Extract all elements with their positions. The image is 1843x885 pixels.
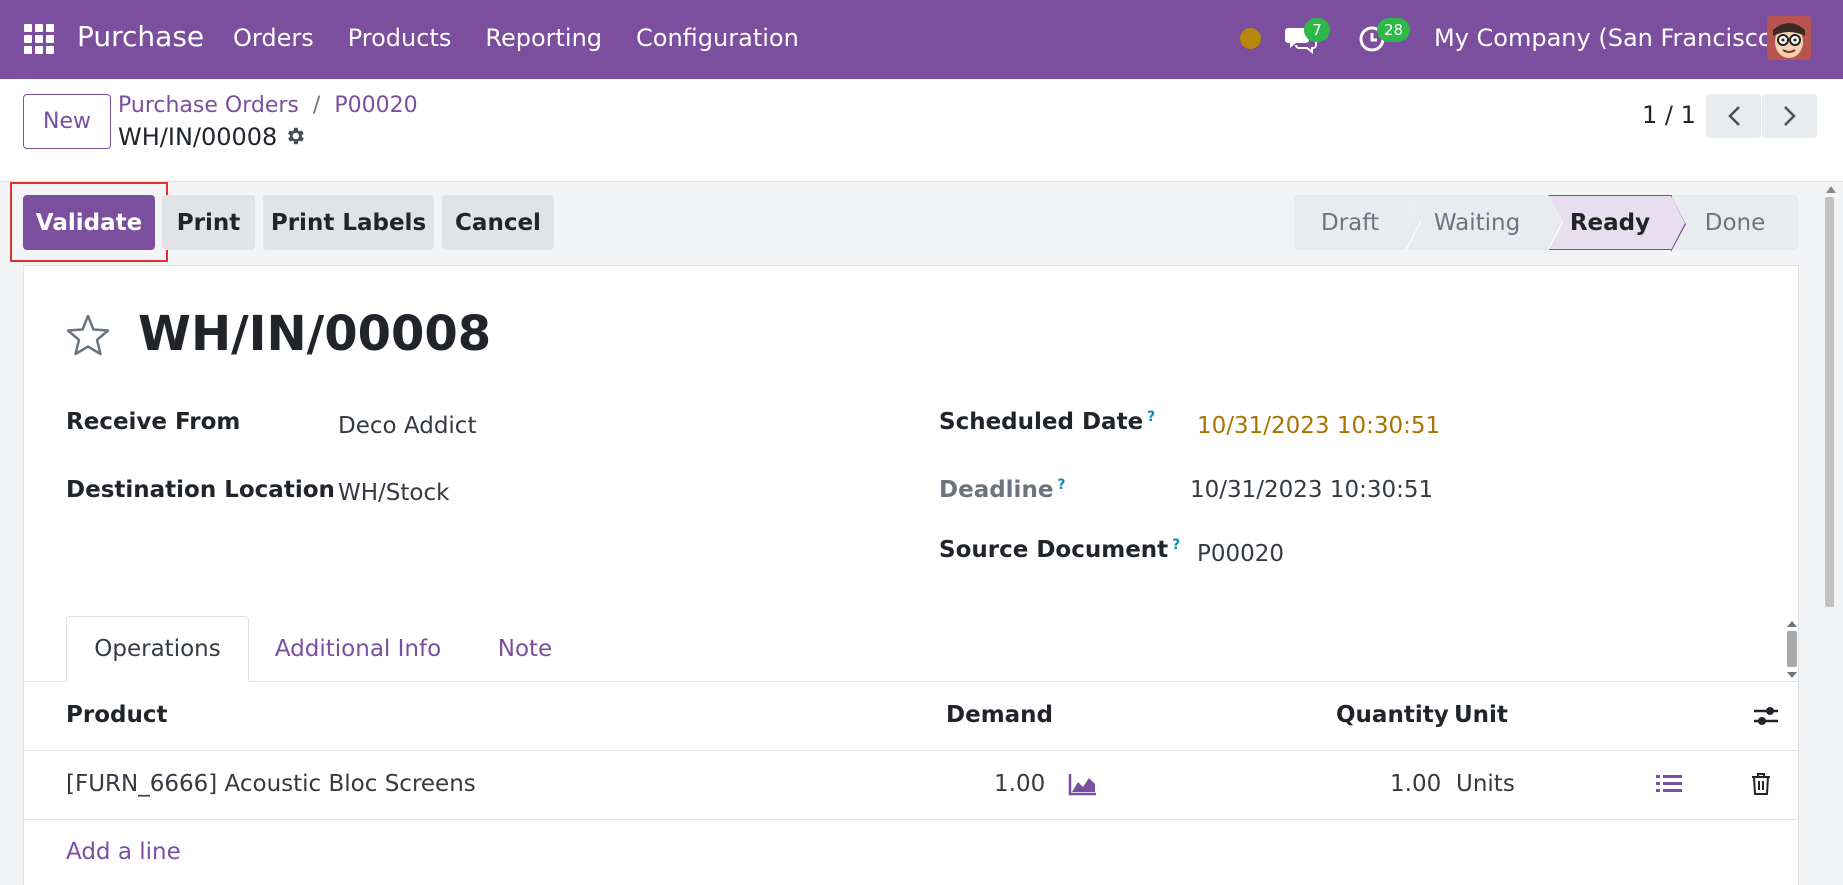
help-icon[interactable]: ? [1147, 409, 1155, 425]
deadline-field: 10/31/2023 10:30:51 [1190, 477, 1434, 503]
row-demand[interactable]: 1.00 [994, 771, 1045, 797]
help-icon[interactable]: ? [1172, 537, 1180, 553]
scroll-up-arrow[interactable] [1787, 621, 1797, 627]
stage-draft[interactable]: Draft [1294, 195, 1421, 251]
table-row-divider [23, 819, 1799, 820]
receive-from-label: Receive From [66, 409, 241, 435]
pager-value[interactable]: 1 / 1 [1642, 101, 1696, 129]
destination-location-label: Destination Location [66, 477, 335, 503]
breadcrumb: Purchase Orders / P00020 [118, 93, 418, 118]
stage-done-label: Done [1704, 209, 1766, 236]
stage-waiting-label: Waiting [1433, 209, 1521, 236]
scheduled-date-label: Scheduled Date? [939, 409, 1156, 435]
destination-location-field[interactable]: WH/Stock [338, 480, 449, 506]
chevron-right-icon [1783, 106, 1796, 126]
print-button[interactable]: Print [162, 195, 255, 250]
source-document-field[interactable]: P00020 [1197, 541, 1284, 567]
new-button[interactable]: New [23, 94, 111, 149]
column-header-unit[interactable]: Unit [1454, 702, 1508, 728]
trash-icon[interactable] [1750, 772, 1772, 796]
table-header-divider [23, 750, 1799, 751]
breadcrumb-purchase-orders[interactable]: Purchase Orders [118, 93, 299, 118]
row-unit[interactable]: Units [1456, 771, 1515, 797]
page-scrollbar-thumb[interactable] [1825, 197, 1834, 607]
cancel-button[interactable]: Cancel [442, 195, 554, 250]
top-navbar: Purchase Orders Products Reporting Confi… [0, 0, 1843, 79]
column-header-demand[interactable]: Demand [946, 702, 1053, 728]
current-record-name: WH/IN/00008 [118, 123, 278, 151]
print-labels-button[interactable]: Print Labels [263, 195, 434, 250]
record-title: WH/IN/00008 [138, 306, 492, 362]
row-quantity[interactable]: 1.00 [1390, 771, 1441, 797]
chevron-left-icon [1727, 106, 1740, 126]
menu-configuration[interactable]: Configuration [636, 24, 799, 52]
page-scroll-up-arrow[interactable] [1826, 186, 1836, 193]
control-panel: New Purchase Orders / P00020 WH/IN/00008… [0, 79, 1843, 182]
star-icon[interactable] [65, 313, 111, 357]
tab-note[interactable]: Note [477, 616, 573, 682]
user-status-indicator[interactable] [1240, 28, 1261, 49]
breadcrumb-separator: / [312, 93, 321, 118]
inner-scrollbar-thumb[interactable] [1787, 631, 1797, 667]
pager-next-button[interactable] [1762, 94, 1817, 138]
column-settings-icon[interactable] [1752, 703, 1780, 729]
tab-operations[interactable]: Operations [66, 616, 249, 682]
column-header-product[interactable]: Product [66, 702, 167, 728]
scheduled-date-field[interactable]: 10/31/2023 10:30:51 [1197, 413, 1440, 439]
company-switcher[interactable]: My Company (San Francisco) [1434, 24, 1782, 52]
apps-menu-icon[interactable] [24, 24, 56, 54]
help-icon[interactable]: ? [1057, 477, 1065, 493]
breadcrumb-p00020[interactable]: P00020 [334, 93, 417, 118]
tab-additional-info[interactable]: Additional Info [262, 616, 454, 682]
stage-done[interactable]: Done [1672, 195, 1798, 250]
receive-from-field[interactable]: Deco Addict [338, 413, 476, 439]
status-bar: Draft Waiting Ready Done [1294, 195, 1798, 252]
pager-previous-button[interactable] [1706, 94, 1761, 138]
stage-ready-current[interactable]: Ready [1548, 195, 1686, 252]
source-document-label: Source Document? [939, 537, 1181, 563]
gear-icon[interactable] [284, 125, 306, 147]
stage-draft-label: Draft [1321, 209, 1379, 236]
app-brand[interactable]: Purchase [77, 20, 204, 53]
column-header-quantity[interactable]: Quantity [1336, 702, 1449, 728]
highlight-outline [10, 182, 168, 262]
user-avatar[interactable] [1767, 16, 1811, 60]
menu-orders[interactable]: Orders [233, 24, 314, 52]
detailed-operations-list-icon[interactable] [1655, 772, 1683, 796]
stage-ready-label: Ready [1569, 209, 1651, 236]
activity-count-badge: 28 [1377, 18, 1411, 42]
deadline-label: Deadline? [939, 477, 1066, 503]
stage-waiting[interactable]: Waiting [1406, 195, 1563, 251]
menu-products[interactable]: Products [348, 24, 452, 52]
scroll-down-arrow[interactable] [1787, 672, 1797, 678]
menu-reporting[interactable]: Reporting [485, 24, 602, 52]
forecast-chart-icon[interactable] [1068, 772, 1098, 796]
messages-count-badge: 7 [1304, 18, 1330, 42]
main-menu: Orders Products Reporting Configuration [233, 24, 833, 52]
add-line-link[interactable]: Add a line [66, 839, 181, 865]
row-product[interactable]: [FURN_6666] Acoustic Bloc Screens [66, 771, 476, 797]
